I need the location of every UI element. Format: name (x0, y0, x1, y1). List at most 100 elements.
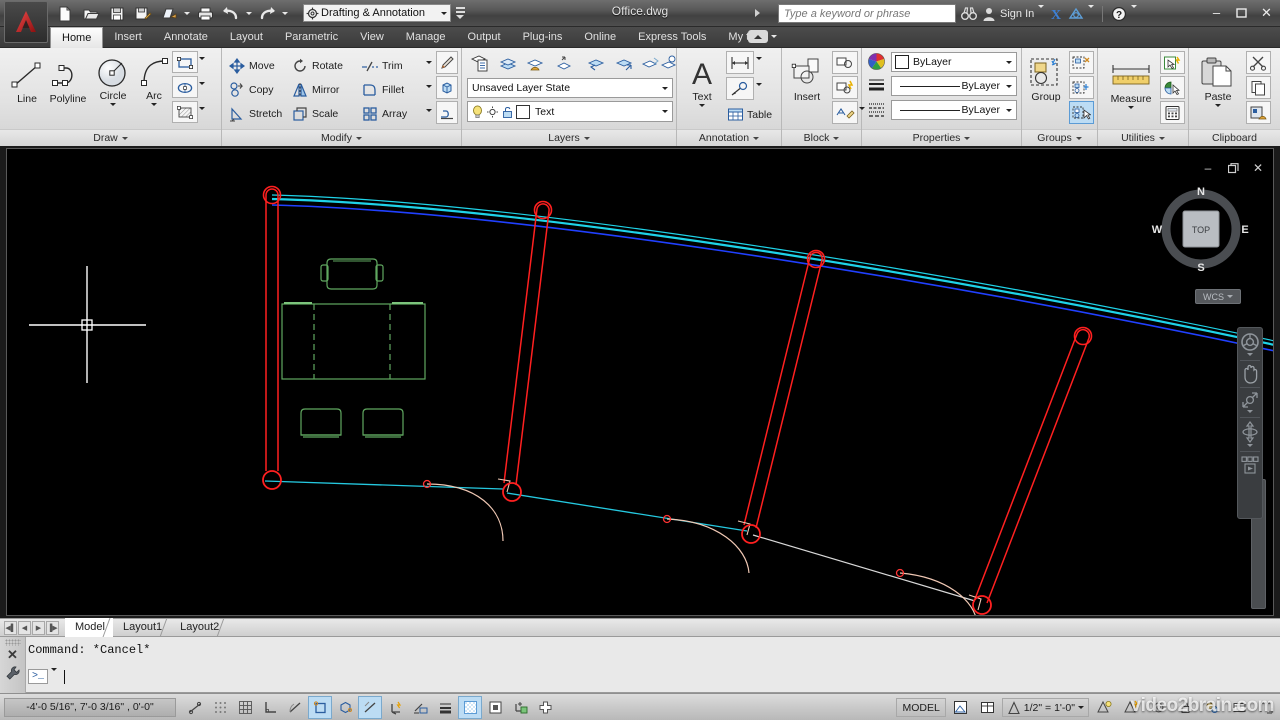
object-snap-toggle[interactable] (308, 695, 332, 719)
dynamic-ucs-toggle[interactable] (383, 696, 407, 719)
panel-groups-title[interactable]: Groups (1022, 129, 1097, 146)
lineweight-dropdown-arrow[interactable] (1002, 84, 1016, 88)
tool-leader-dropdown[interactable] (756, 83, 762, 86)
drawing-close-button[interactable]: ✕ (1251, 161, 1265, 175)
panel-block-title[interactable]: Block (782, 129, 861, 146)
ribbon-tab-manage[interactable]: Manage (395, 27, 457, 48)
3d-object-snap-toggle[interactable] (333, 696, 357, 719)
infer-constraints-toggle[interactable] (183, 696, 207, 719)
sign-in-button[interactable] (982, 4, 996, 24)
tool-array[interactable]: Array (361, 103, 407, 124)
polar-tracking-toggle[interactable] (283, 696, 307, 719)
tool-layer-make-current[interactable] (551, 51, 577, 75)
object-color-combo[interactable]: ByLayer (891, 52, 1017, 72)
tool-layer-paint[interactable] (523, 51, 549, 75)
object-color-dropdown-arrow[interactable] (1002, 60, 1016, 64)
space-toggle-button[interactable]: MODEL (896, 698, 946, 717)
tool-insert[interactable]: Insert (784, 52, 830, 103)
nav-steering-wheel-button[interactable] (1238, 331, 1262, 358)
view-cube[interactable]: TOP N S W E (1147, 179, 1255, 279)
tool-ungroup[interactable] (1069, 51, 1094, 74)
tool-layer-properties[interactable] (467, 51, 493, 75)
tool-fillet-dropdown[interactable] (426, 85, 432, 88)
layer-state-combo[interactable]: Unsaved Layer State (467, 78, 673, 98)
panel-draw-title[interactable]: Draw (0, 129, 221, 146)
ucs-dropdown-arrow[interactable] (1227, 295, 1233, 298)
tool-circle[interactable]: Circle (90, 51, 136, 106)
ribbon-tab-view[interactable]: View (349, 27, 395, 48)
exchange-app-button[interactable]: X (1048, 4, 1064, 24)
nav-showmotion-button[interactable] (1238, 454, 1262, 478)
tool-circle-dropdown[interactable] (110, 103, 116, 106)
tool-trim[interactable]: Trim (361, 55, 403, 76)
linetype-combo[interactable]: ByLayer (891, 100, 1017, 120)
search-binoculars-button[interactable] (960, 4, 978, 24)
tool-edit-attributes[interactable] (832, 76, 858, 99)
search-input[interactable]: Type a keyword or phrase (778, 4, 956, 23)
tool-move[interactable]: Move (228, 55, 275, 76)
grid-display-toggle[interactable] (233, 696, 257, 719)
first-layout-button[interactable]: ◀▌ (4, 620, 17, 635)
panel-annotation-title[interactable]: Annotation (677, 129, 781, 146)
hardware-accel-button[interactable] (1227, 696, 1251, 719)
tool-rectangle-dropdown[interactable] (199, 57, 205, 60)
drawing-minimize-button[interactable]: – (1201, 161, 1215, 175)
sign-in-label[interactable]: Sign In (1000, 8, 1034, 20)
tool-copy[interactable]: Copy (228, 79, 274, 100)
ribbon-minimize-control[interactable] (748, 30, 777, 43)
autodesk-360-dropdown-arrow[interactable] (1088, 5, 1095, 20)
tool-fillet[interactable]: Fillet (361, 79, 404, 100)
linetype-dropdown-arrow[interactable] (1002, 108, 1016, 112)
isolate-objects-button[interactable] (1200, 696, 1224, 719)
layout-tab-model[interactable]: Model (65, 618, 118, 637)
ribbon-tab-plug-ins[interactable]: Plug-ins (512, 27, 574, 48)
sign-in-dropdown-arrow[interactable] (1038, 5, 1045, 20)
tool-ellipse[interactable] (172, 76, 198, 98)
tool-paste-special[interactable] (1246, 101, 1271, 124)
ucs-selector-button[interactable]: WCS (1195, 289, 1241, 304)
document-menu-arrow[interactable] (755, 9, 760, 17)
tool-group-selection-toggle[interactable] (1069, 101, 1094, 124)
snap-mode-toggle[interactable] (208, 696, 232, 719)
tool-hatch[interactable] (172, 101, 198, 123)
tool-layer-off[interactable] (661, 51, 677, 75)
autodesk-360-button[interactable] (1068, 4, 1084, 24)
add-status-button[interactable] (533, 696, 557, 719)
tool-dimension[interactable] (726, 51, 754, 74)
ribbon-tab-layout[interactable]: Layout (219, 27, 274, 48)
last-layout-button[interactable]: ▐▶ (46, 620, 59, 635)
tool-trim-dropdown[interactable] (426, 61, 432, 64)
tool-point-cursor[interactable] (1160, 76, 1185, 99)
tool-scale[interactable]: Scale (291, 103, 338, 124)
tool-ellipse-dropdown[interactable] (199, 82, 205, 85)
selection-cycling-toggle[interactable] (483, 696, 507, 719)
tool-arc[interactable]: Arc (131, 51, 177, 106)
ribbon-tab-express-tools[interactable]: Express Tools (627, 27, 717, 48)
tool-stretch[interactable]: Stretch (228, 103, 282, 124)
tool-edit-polyline[interactable] (436, 101, 458, 124)
tool-leader[interactable] (726, 77, 754, 100)
tool-cut[interactable] (1246, 51, 1271, 74)
tool-rectangle[interactable] (172, 51, 198, 73)
tool-polyline[interactable]: Polyline (45, 54, 91, 105)
tool-paste[interactable]: Paste (1194, 52, 1242, 107)
transparency-toggle[interactable] (458, 695, 482, 719)
ribbon-tab-insert[interactable]: Insert (103, 27, 153, 48)
tool-define-attributes[interactable] (832, 101, 858, 124)
nav-steering-wheel-dropdown[interactable] (1247, 353, 1253, 356)
current-layer-combo[interactable]: Text (467, 101, 673, 122)
tool-match-properties[interactable] (436, 51, 458, 74)
annotation-monitor-toggle[interactable] (508, 696, 532, 719)
panel-modify-title[interactable]: Modify (222, 129, 461, 146)
tool-array-dropdown[interactable] (426, 109, 432, 112)
tool-dimension-dropdown[interactable] (756, 57, 762, 60)
annotation-visibility-button[interactable] (1092, 696, 1116, 719)
close-button[interactable]: ✕ (1259, 5, 1274, 20)
layout-tab-layout2[interactable]: Layout2 (170, 618, 232, 637)
command-prompt-icon[interactable]: >_ (28, 669, 48, 684)
workspace-switch-button[interactable] (1146, 696, 1170, 719)
command-line-close-button[interactable]: ✕ (7, 647, 18, 663)
navigation-bar[interactable] (1237, 327, 1263, 519)
tool-copy-clip[interactable] (1246, 76, 1271, 99)
nav-orbit-dropdown[interactable] (1247, 444, 1253, 447)
